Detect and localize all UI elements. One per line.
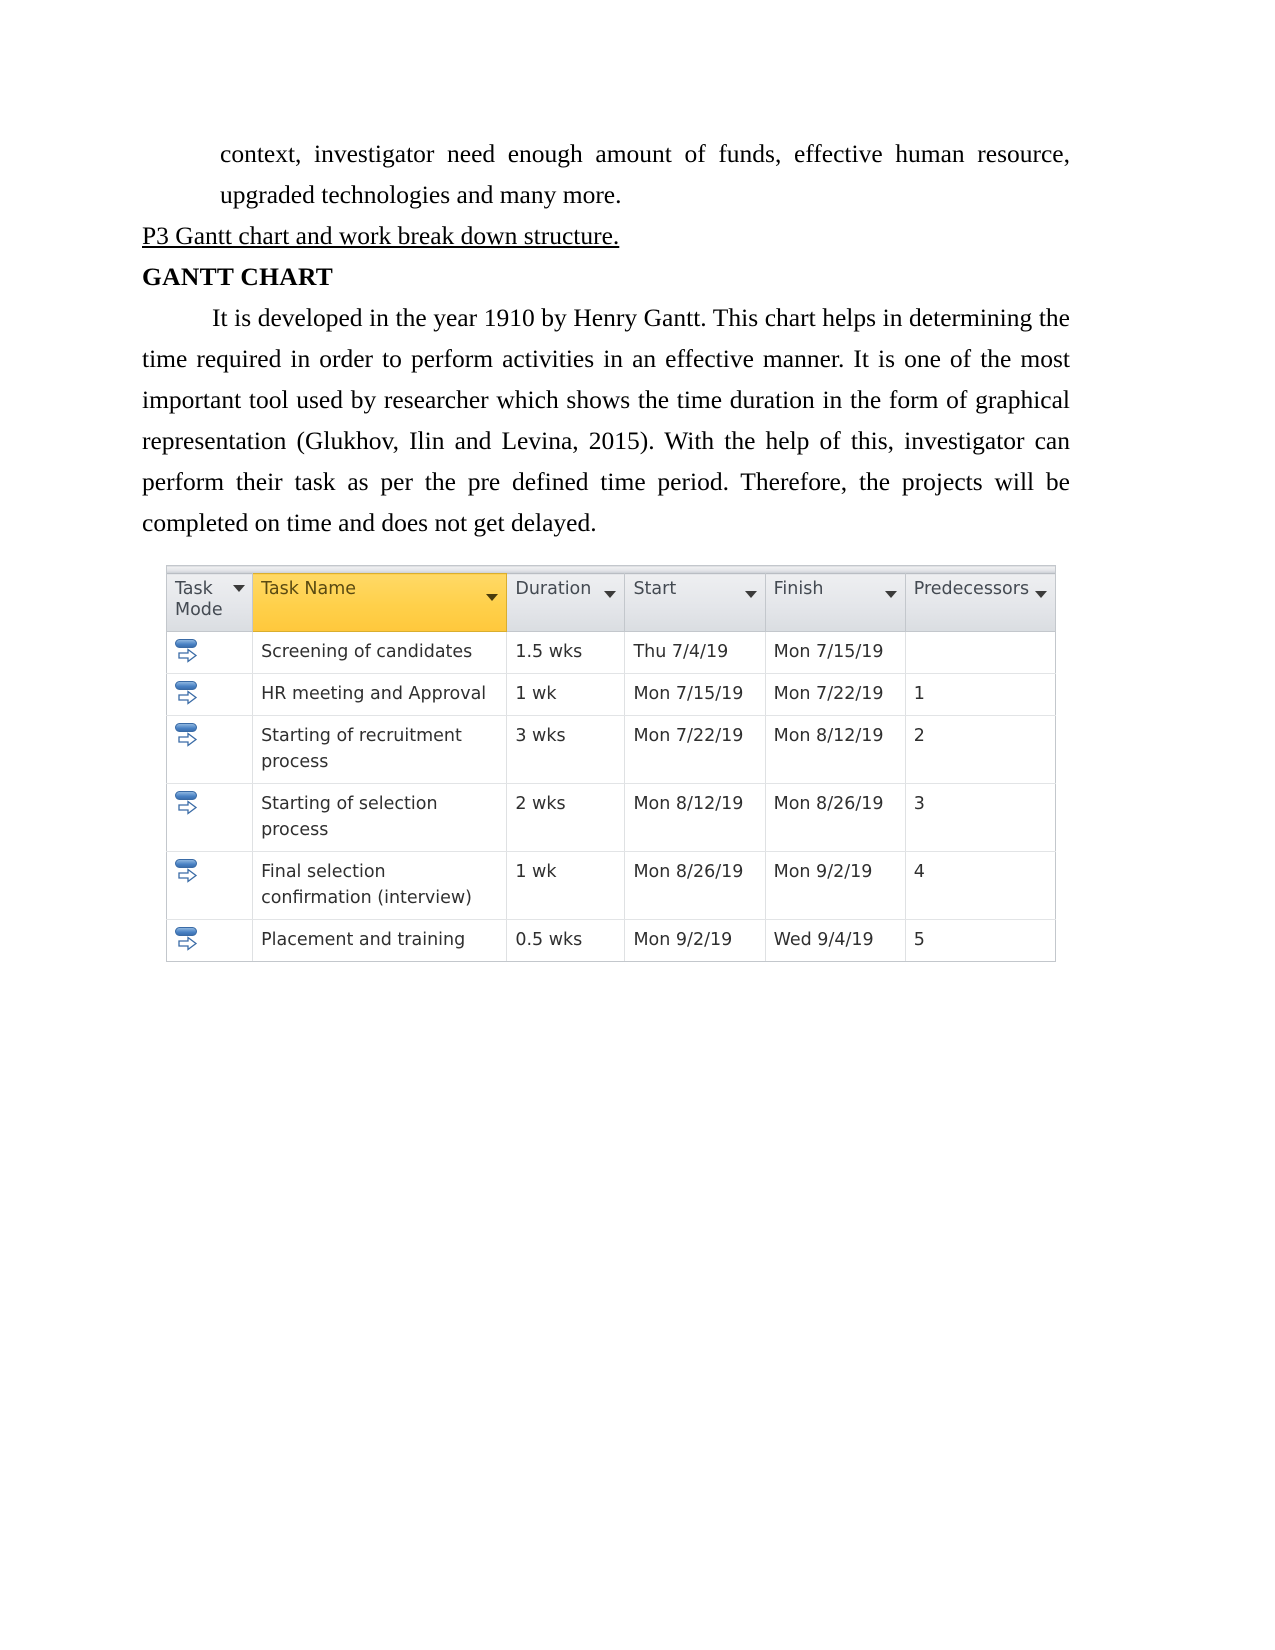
cell-predecessors[interactable]: 1 [904,673,1057,716]
cell-task-name[interactable]: Starting of recruitment process [252,715,508,784]
filter-dropdown-icon[interactable] [486,594,499,601]
table-top-strip [166,565,1056,574]
column-header-finish[interactable]: Finish [764,573,906,632]
cell-duration[interactable]: 1.5 wks [506,631,626,674]
cell-start[interactable]: Mon 7/15/19 [624,673,766,716]
auto-scheduled-icon [175,723,201,749]
cell-predecessors[interactable] [904,631,1057,674]
auto-scheduled-icon-bar [175,639,197,648]
auto-scheduled-icon-bar [175,927,197,936]
filter-dropdown-icon[interactable] [233,585,246,592]
cell-finish[interactable]: Mon 9/2/19 [764,851,906,920]
auto-scheduled-icon-bar [175,723,197,732]
column-header-finish-label: Finish [773,579,824,599]
cell-predecessors[interactable]: 2 [904,715,1057,784]
column-header-task-name[interactable]: Task Name [252,573,508,632]
table-row[interactable]: Screening of candidates 1.5 wks Thu 7/4/… [165,631,1057,674]
cell-task-mode[interactable] [165,715,254,784]
column-header-task-name-label: Task Name [261,579,357,599]
cell-task-name[interactable]: Starting of selection process [252,783,508,852]
cell-finish[interactable]: Mon 7/22/19 [764,673,906,716]
auto-scheduled-icon [175,859,201,885]
cell-task-mode[interactable] [165,851,254,920]
cell-task-mode[interactable] [165,919,254,962]
cell-start[interactable]: Mon 7/22/19 [624,715,766,784]
document-body: context, investigator need enough amount… [142,133,1070,543]
column-header-task-mode[interactable]: Task Mode [165,573,254,632]
cell-task-name[interactable]: HR meeting and Approval [252,673,508,716]
section-heading-p3: P3 Gantt chart and work break down struc… [142,221,620,250]
auto-scheduled-icon-arrow [178,732,198,747]
cell-start[interactable]: Thu 7/4/19 [624,631,766,674]
table-header-row: Task Mode Task Name Duration Start Finis… [165,573,1057,632]
filter-dropdown-icon[interactable] [744,591,757,598]
cell-task-name[interactable]: Screening of candidates [252,631,508,674]
cell-finish[interactable]: Mon 8/12/19 [764,715,906,784]
paragraph-context: context, investigator need enough amount… [220,139,1070,209]
auto-scheduled-icon-arrow [178,690,198,705]
cell-predecessors[interactable]: 5 [904,919,1057,962]
auto-scheduled-icon-bar [175,681,197,690]
gantt-task-table[interactable]: Task Mode Task Name Duration Start Finis… [165,565,1057,962]
table-top-strip-cell [166,565,1056,574]
auto-scheduled-icon [175,681,201,707]
filter-dropdown-icon[interactable] [884,591,897,598]
filter-dropdown-icon[interactable] [604,591,617,598]
table-row[interactable]: HR meeting and Approval 1 wk Mon 7/15/19… [165,673,1057,716]
table-row[interactable]: Starting of recruitment process 3 wks Mo… [165,715,1057,784]
auto-scheduled-icon-arrow [178,936,198,951]
cell-duration[interactable]: 1 wk [506,673,626,716]
subheading-gantt-chart: GANTT CHART [142,262,334,291]
cell-predecessors[interactable]: 4 [904,851,1057,920]
cell-task-name[interactable]: Final selection confirmation (interview) [252,851,508,920]
auto-scheduled-icon [175,791,201,817]
cell-duration[interactable]: 0.5 wks [506,919,626,962]
table-header: Task Mode Task Name Duration Start Finis… [165,565,1057,632]
cell-finish[interactable]: Wed 9/4/19 [764,919,906,962]
auto-scheduled-icon-arrow [178,648,198,663]
auto-scheduled-icon-arrow [178,800,198,815]
table-row[interactable]: Placement and training 0.5 wks Mon 9/2/1… [165,919,1057,962]
cell-duration[interactable]: 2 wks [506,783,626,852]
cell-duration[interactable]: 3 wks [506,715,626,784]
column-header-start[interactable]: Start [624,573,766,632]
cell-task-name[interactable]: Placement and training [252,919,508,962]
cell-start[interactable]: Mon 8/12/19 [624,783,766,852]
filter-dropdown-icon[interactable] [1035,591,1047,598]
column-header-predecessors-label: Predecessors [913,579,1030,599]
auto-scheduled-icon-bar [175,859,197,868]
cell-predecessors[interactable]: 3 [904,783,1057,852]
paragraph-gantt-description: It is developed in the year 1910 by Henr… [142,303,1070,537]
cell-task-mode[interactable] [165,783,254,852]
cell-finish[interactable]: Mon 7/15/19 [764,631,906,674]
column-header-duration[interactable]: Duration [506,573,626,632]
document-page: context, investigator need enough amount… [0,0,1275,1650]
auto-scheduled-icon-arrow [178,868,198,883]
column-header-predecessors[interactable]: Predecessors [904,573,1057,632]
column-header-duration-label: Duration [515,579,592,599]
cell-start[interactable]: Mon 8/26/19 [624,851,766,920]
cell-task-mode[interactable] [165,673,254,716]
cell-finish[interactable]: Mon 8/26/19 [764,783,906,852]
table-body: Screening of candidates 1.5 wks Thu 7/4/… [165,631,1057,962]
auto-scheduled-icon [175,639,201,665]
auto-scheduled-icon-bar [175,791,197,800]
table-row[interactable]: Starting of selection process 2 wks Mon … [165,783,1057,852]
cell-task-mode[interactable] [165,631,254,674]
table-row[interactable]: Final selection confirmation (interview)… [165,851,1057,920]
cell-start[interactable]: Mon 9/2/19 [624,919,766,962]
column-header-start-label: Start [633,579,677,599]
cell-duration[interactable]: 1 wk [506,851,626,920]
auto-scheduled-icon [175,927,201,953]
